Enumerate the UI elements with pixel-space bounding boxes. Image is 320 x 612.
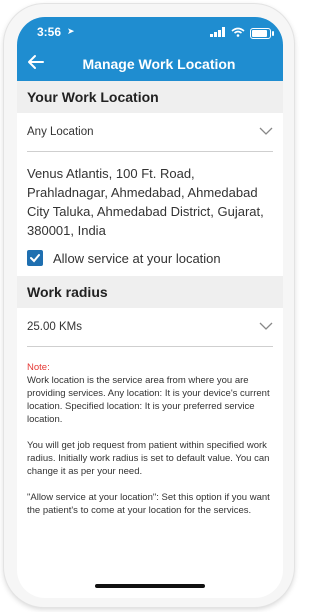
note-paragraph: You will get job request from patient wi… [27,440,270,477]
note-paragraph: "Allow service at your location": Set th… [27,492,270,516]
status-icons [210,24,274,42]
allow-service-label: Allow service at your location [53,250,221,266]
battery-icon [250,27,274,39]
allow-service-row[interactable]: Allow service at your location [17,246,283,276]
radius-dropdown-value: 25.00 KMs [27,321,82,333]
location-dropdown[interactable]: Any Location [27,113,273,152]
location-arrow-icon: ➤ [67,26,75,36]
page-title: Manage Work Location [82,56,236,72]
chevron-down-icon [259,319,273,336]
chevron-down-icon [259,124,273,141]
signal-icon [210,24,226,42]
note-paragraph: Work location is the service area from w… [27,375,270,425]
app-bar: Manage Work Location [17,47,283,81]
work-radius-heading: Work radius [17,276,283,308]
status-bar: 3:56 ➤ [17,17,283,47]
radius-dropdown[interactable]: 25.00 KMs [27,308,273,347]
screen: 3:56 ➤ Manage Work Location Your Work Lo… [17,17,283,598]
home-indicator [95,584,205,588]
status-time: 3:56 [37,25,62,39]
phone-frame: 3:56 ➤ Manage Work Location Your Work Lo… [4,4,294,607]
address-text: Venus Atlantis, 100 Ft. Road, Prahladnag… [27,166,264,238]
wifi-icon [231,24,245,42]
work-location-heading: Your Work Location [17,81,283,113]
note-title: Note: [27,362,50,373]
note-section: Note: Work location is the service area … [17,347,283,517]
location-dropdown-value: Any Location [27,126,94,138]
allow-service-checkbox[interactable] [27,250,43,266]
